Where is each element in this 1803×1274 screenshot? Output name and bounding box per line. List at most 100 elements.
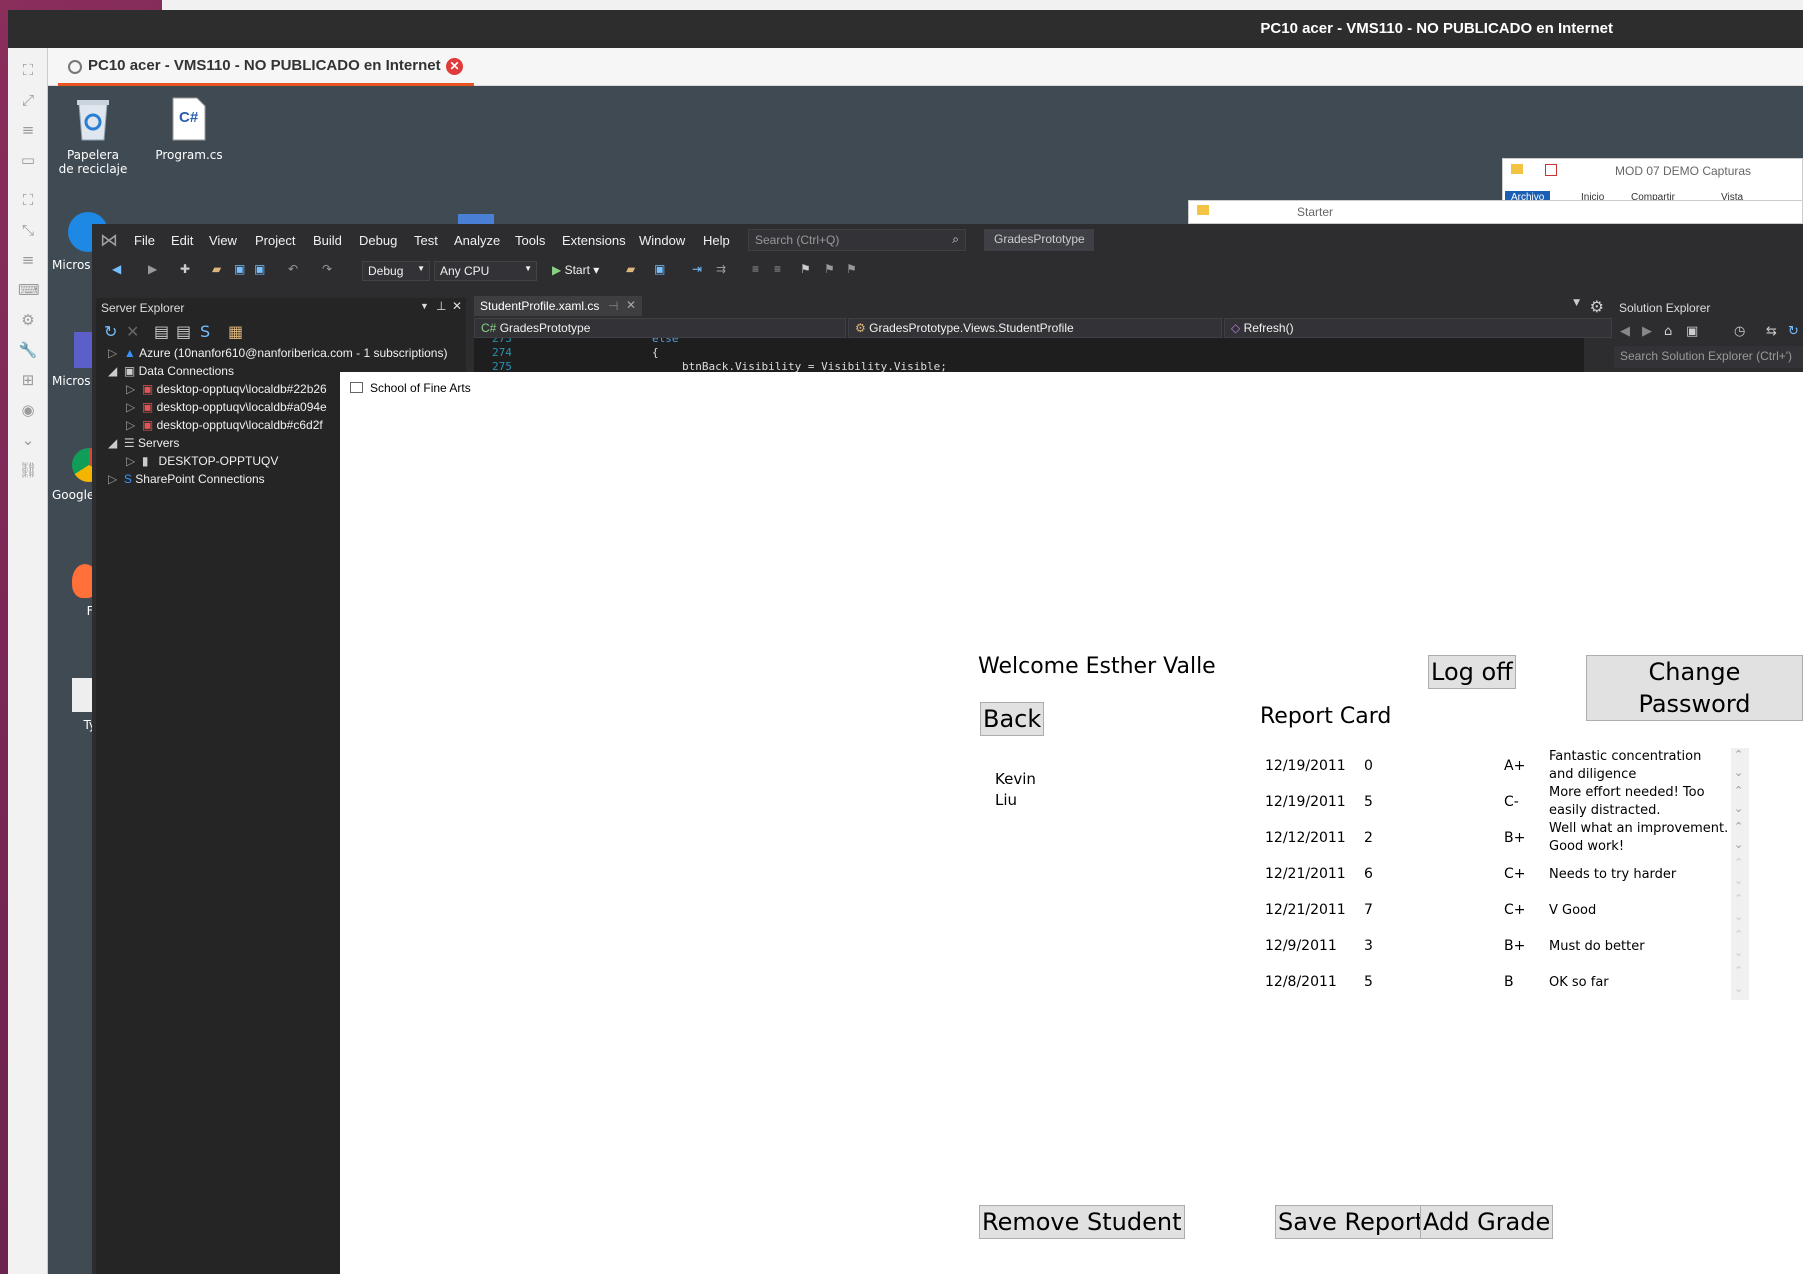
menu-analyze[interactable]: Analyze [454,233,500,248]
step-icon[interactable]: ⇥ [692,262,702,276]
camera-icon[interactable]: ▣ [654,262,665,276]
add-icon[interactable]: ⊞ [18,370,38,390]
properties-icon[interactable]: ▦ [228,322,243,341]
chevron-up-icon[interactable]: ⌃ [1734,820,1743,833]
tree-row-sharepoint[interactable]: ▷ S SharePoint Connections [108,472,265,486]
camera-icon[interactable]: ◉ [18,400,38,420]
file-explorer-window-2[interactable]: Starter [1188,200,1803,224]
chevron-down-icon[interactable]: ⌄ [1734,874,1743,887]
desktop-icon-app[interactable]: Micros [52,212,108,272]
remote-session-tab[interactable]: PC10 acer - VMS110 - NO PUBLICADO en Int… [58,48,474,86]
chevron-down-icon[interactable]: ⌄ [1734,766,1743,779]
close-icon[interactable]: ✕ [452,299,462,313]
bookmark-next-icon[interactable]: ⚑ [846,262,857,276]
tree-row-connection[interactable]: ▷ ▣ desktop-opptuqv\localdb#a094e [126,400,327,414]
menu-debug[interactable]: Debug [359,233,397,248]
file-explorer-window[interactable]: MOD 07 DEMO Capturas Archivo Inicio Comp… [1502,158,1803,204]
tree-row-servers[interactable]: ◢ ☰ Servers [108,436,179,450]
forward-icon[interactable]: ▶ [1642,324,1652,339]
folder-icon[interactable]: ▰ [626,262,635,276]
desktop-icon-chrome[interactable]: Google [52,448,106,502]
chevron-up-icon[interactable]: ⌃ [1734,892,1743,905]
redo-icon[interactable]: ↷ [322,262,332,276]
change-password-button[interactable]: Change Password [1586,655,1803,721]
start-button[interactable]: ▶ Start ▾ [552,263,599,277]
sharepoint-icon[interactable]: S [200,322,210,341]
gear-icon[interactable]: ⚙ [18,310,38,330]
menu-icon[interactable]: ≡ [18,120,38,140]
menu-window[interactable]: Window [639,233,685,248]
nav-project-select[interactable]: C# GradesPrototype [474,318,846,338]
fullscreen-icon[interactable]: ⤢ [18,90,38,110]
forward-icon[interactable]: ▶ [148,262,157,276]
switch-view-icon[interactable]: ▣ [1686,324,1698,339]
link-icon[interactable]: ⛓ [18,460,38,480]
tree-row-server[interactable]: ▷ ▮ DESKTOP-OPPTUQV [126,454,278,468]
open-icon[interactable]: ▰ [212,262,221,276]
menu-build[interactable]: Build [313,233,342,248]
menu-project[interactable]: Project [255,233,295,248]
chevron-down-icon[interactable]: ⌄ [1734,910,1743,923]
desktop-icon-typora[interactable]: Ty [60,678,96,732]
code-editor[interactable]: 273 274 275 else { btnBack.Visibility = … [474,338,1584,374]
resize-icon[interactable]: ⤡ [18,220,38,240]
keyboard-icon[interactable]: ⌨ [18,280,40,300]
chevron-down-icon[interactable]: ⌄ [1734,838,1743,851]
menu-tools[interactable]: Tools [515,233,545,248]
bookmark-prev-icon[interactable]: ⚑ [824,262,835,276]
chevron-down-icon[interactable]: ⌄ [1734,982,1743,995]
back-button[interactable]: Back [980,702,1045,736]
chevron-up-icon[interactable]: ⌃ [1734,928,1743,941]
new-project-icon[interactable]: ✚ [180,262,190,276]
menu-test[interactable]: Test [414,233,438,248]
chevron-down-icon[interactable]: ⌄ [1734,802,1743,815]
tree-row-data-connections[interactable]: ◢ ▣ Data Connections [108,364,234,378]
chevron-down-icon[interactable]: ▼ [420,301,429,311]
undo-icon[interactable]: ↶ [288,262,298,276]
chevron-up-icon[interactable]: ⌃ [1734,964,1743,977]
connect-icon[interactable]: ▤ [154,322,169,341]
stop-icon[interactable]: ✕ [126,322,139,341]
window-icon[interactable]: ▭ [18,150,38,170]
tree-row-connection[interactable]: ▷ ▣ desktop-opptuqv\localdb#c6d2f [126,418,323,432]
log-off-button[interactable]: Log off [1428,655,1516,689]
menu-file[interactable]: File [134,233,155,248]
outdent-icon[interactable]: ≡ [774,262,781,276]
desktop-icon-firefox[interactable]: Fi [60,564,98,618]
gear-icon[interactable]: ⚙ [1590,297,1604,316]
list-icon[interactable]: ≡ [18,250,38,270]
close-icon[interactable]: ✕ [626,298,636,312]
wrench-icon[interactable]: 🔧 [18,340,38,360]
chevron-up-icon[interactable]: ⌃ [1734,856,1743,869]
close-tab-icon[interactable]: ✕ [446,58,463,75]
sync-icon[interactable]: ⇆ [1766,324,1777,339]
connect-db-icon[interactable]: ▤ [176,322,191,341]
chevron-down-icon[interactable]: ⌄ [1734,946,1743,959]
menu-help[interactable]: Help [703,233,730,248]
tree-row-azure[interactable]: ▷ ▲ Azure (10nanfor610@nanforiberica.com… [108,346,447,360]
history-icon[interactable]: ◷ [1734,324,1745,339]
chevron-down-icon[interactable]: ⌄ [18,430,38,450]
desktop-icon-program-cs[interactable]: C# Program.cs [144,96,234,162]
menu-edit[interactable]: Edit [171,233,193,248]
remove-student-button[interactable]: Remove Student [979,1205,1185,1239]
home-icon[interactable]: ⌂ [1664,324,1672,339]
indent-icon[interactable]: ≡ [752,262,759,276]
nav-class-select[interactable]: ⚙ GradesPrototype.Views.StudentProfile [848,318,1222,338]
pin-icon[interactable]: ⊥ [436,299,446,313]
refresh-icon[interactable]: ↻ [1788,324,1799,339]
chevron-up-icon[interactable]: ⌃ [1734,748,1743,761]
chevron-up-icon[interactable]: ⌃ [1734,784,1743,797]
tree-row-connection[interactable]: ▷ ▣ desktop-opptuqv\localdb#22b26 [126,382,327,396]
solution-search-input[interactable]: Search Solution Explorer (Ctrl+') [1614,346,1803,368]
chevron-down-icon[interactable]: ▼ [1573,298,1580,308]
fit-window-icon[interactable]: ⛶ [18,190,38,210]
fit-screen-icon[interactable]: ⛶ [18,60,38,80]
menu-view[interactable]: View [209,233,237,248]
nav-member-select[interactable]: ◇ Refresh() [1224,318,1612,338]
platform-select[interactable]: Any CPU ▼ [434,261,537,281]
bookmark-icon[interactable]: ⚑ [800,262,811,276]
editor-tab[interactable]: StudentProfile.xaml.cs ⊣ ✕ [474,296,642,316]
desktop-icon-recycle-bin[interactable]: Papelera de reciclaje [48,96,138,176]
desktop-icon-teams[interactable]: Micros [52,332,104,388]
